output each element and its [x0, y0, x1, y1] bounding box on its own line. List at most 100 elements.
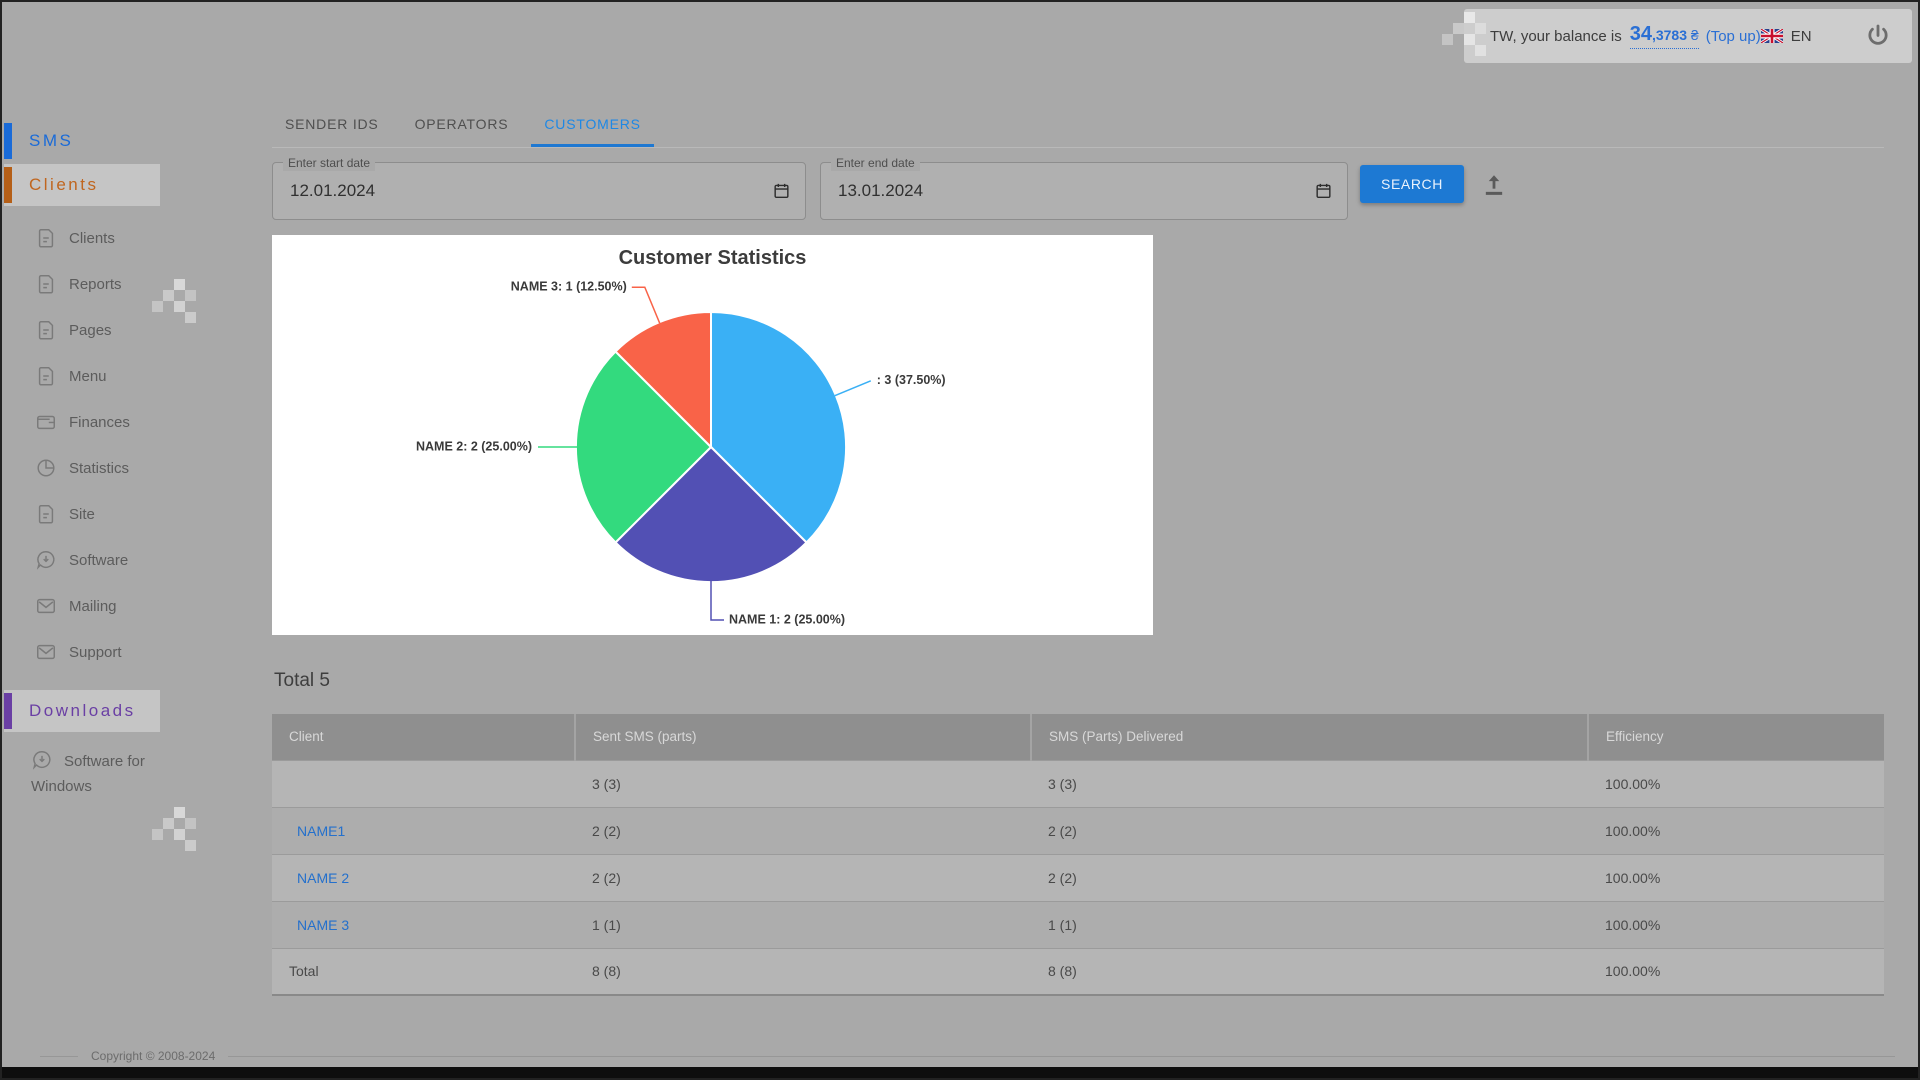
document-icon [35, 273, 57, 295]
client-link[interactable]: NAME1 [289, 823, 345, 839]
sidebar-item-pages[interactable]: Pages [2, 307, 272, 353]
upload-icon [1480, 170, 1508, 198]
efficiency-cell: 100.00% [1588, 901, 1884, 948]
sidebar-item-support[interactable]: Support [2, 629, 272, 675]
balance-prefix: TW, your balance is [1490, 28, 1622, 45]
sidebar-item-finances[interactable]: Finances [2, 399, 272, 445]
pie-chart-icon [35, 457, 57, 479]
client-cell: Total [272, 948, 575, 995]
download-bubble-icon [35, 549, 57, 571]
calendar-icon[interactable] [1314, 182, 1333, 201]
export-button[interactable] [1480, 170, 1508, 198]
pixel-decoration [152, 807, 198, 853]
document-icon [35, 319, 57, 341]
language-label: EN [1791, 28, 1812, 45]
sidebar-downloads-items: Software for Windows [2, 749, 272, 799]
balance-fraction: ,3783 [1652, 27, 1687, 43]
sidebar-item-label: Finances [69, 414, 130, 431]
footer: Copyright © 2008-2024 [2, 1046, 1920, 1066]
sidebar-item-menu[interactable]: Menu [2, 353, 272, 399]
topbar-account-panel: TW, your balance is 34,3783 ₴ (Top up) E… [1464, 9, 1912, 63]
tab-customers[interactable]: CUSTOMERS [531, 103, 653, 147]
pie-chart-svg: : 3 (37.50%) NAME 1: 2 (25.00%) NAME 2: 2 … [272, 235, 1153, 635]
app-root: { "top_bar": { "balance_prefix": "TW, yo… [0, 0, 1920, 1080]
delivered-cell: 2 (2) [1031, 807, 1588, 854]
chart-panel: Customer Statistics : 3 (37.50%)NAME 1: … [272, 235, 1153, 635]
client-link[interactable]: NAME 3 [289, 917, 349, 933]
client-link[interactable]: NAME 2 [289, 870, 349, 886]
end-date-input[interactable] [836, 163, 1231, 219]
client-cell [272, 760, 575, 807]
client-cell: NAME 3 [272, 901, 575, 948]
client-cell: NAME 2 [272, 854, 575, 901]
download-bubble-icon [31, 753, 64, 770]
efficiency-cell: 100.00% [1588, 948, 1884, 995]
client-cell: NAME1 [272, 807, 575, 854]
sidebar-item-statistics[interactable]: Statistics [2, 445, 272, 491]
sent-cell: 2 (2) [575, 854, 1031, 901]
sidebar-section-downloads[interactable]: Downloads [2, 689, 272, 733]
uk-flag-icon [1761, 29, 1783, 43]
envelope-icon [35, 641, 57, 663]
pie-label: : 3 (37.50%) [877, 373, 946, 387]
table-row: 3 (3)3 (3)100.00% [272, 760, 1884, 807]
sidebar: SMS Clients Clients Reports Pages Menu F… [2, 119, 272, 799]
tab-operators[interactable]: OPERATORS [402, 103, 522, 147]
table-row: NAME 31 (1)1 (1)100.00% [272, 901, 1884, 948]
tab-bar: SENDER IDSOPERATORSCUSTOMERS [272, 103, 1884, 148]
sidebar-item-label: Reports [69, 276, 122, 293]
start-date-input[interactable] [288, 163, 687, 219]
top-up-link[interactable]: (Top up) [1706, 28, 1761, 45]
sidebar-item-mailing[interactable]: Mailing [2, 583, 272, 629]
sidebar-item-label: Software [69, 552, 128, 569]
footer-divider [40, 1056, 78, 1057]
pie-label: NAME 2: 2 (25.00%) [416, 439, 532, 453]
power-icon [1864, 22, 1892, 50]
sidebar-item-label: Pages [69, 322, 112, 339]
sidebar-item-label: Statistics [69, 460, 129, 477]
sent-cell: 8 (8) [575, 948, 1031, 995]
efficiency-cell: 100.00% [1588, 854, 1884, 901]
sidebar-item-label: Mailing [69, 598, 117, 615]
sidebar-item-site[interactable]: Site [2, 491, 272, 537]
start-date-field[interactable]: Enter start date [272, 162, 806, 220]
delivered-cell: 2 (2) [1031, 854, 1588, 901]
sms-accent-bar [4, 123, 12, 159]
sidebar-item-label: Menu [69, 368, 107, 385]
delivered-cell: 8 (8) [1031, 948, 1588, 995]
column-header-sms-parts-delivered: SMS (Parts) Delivered [1031, 714, 1588, 760]
search-button[interactable]: SEARCH [1360, 165, 1464, 203]
downloads-accent-bar [4, 693, 12, 729]
bottom-strip [2, 1067, 1918, 1078]
calendar-icon[interactable] [772, 182, 791, 201]
sent-cell: 2 (2) [575, 807, 1031, 854]
table-row: NAME12 (2)2 (2)100.00% [272, 807, 1884, 854]
language-selector[interactable]: EN [1761, 28, 1812, 45]
column-header-efficiency: Efficiency [1588, 714, 1884, 760]
end-date-field[interactable]: Enter end date [820, 162, 1348, 220]
sidebar-item-reports[interactable]: Reports [2, 261, 272, 307]
sidebar-item-label: Clients [69, 230, 115, 247]
table-header-row: ClientSent SMS (parts)SMS (Parts) Delive… [272, 714, 1884, 760]
sidebar-item-label: Support [69, 644, 122, 661]
sidebar-section-label: Clients [29, 175, 98, 195]
balance-link[interactable]: 34,3783 ₴ [1630, 23, 1699, 49]
document-icon [35, 365, 57, 387]
column-header-client: Client [272, 714, 575, 760]
sidebar-section-clients[interactable]: Clients [2, 163, 272, 207]
sidebar-section-sms[interactable]: SMS [2, 119, 272, 163]
document-icon [35, 503, 57, 525]
sidebar-item-software[interactable]: Software [2, 537, 272, 583]
sidebar-items: Clients Reports Pages Menu Finances Stat… [2, 215, 272, 675]
efficiency-cell: 100.00% [1588, 807, 1884, 854]
logout-button[interactable] [1864, 22, 1892, 50]
delivered-cell: 1 (1) [1031, 901, 1588, 948]
sidebar-item-software-for-windows[interactable]: Software for Windows [2, 749, 167, 799]
clients-table: ClientSent SMS (parts)SMS (Parts) Delive… [272, 714, 1884, 996]
tab-sender-ids[interactable]: SENDER IDS [272, 103, 392, 147]
column-header-sent-sms-parts: Sent SMS (parts) [575, 714, 1031, 760]
sidebar-item-label: Site [69, 506, 95, 523]
sidebar-item-clients[interactable]: Clients [2, 215, 272, 261]
sidebar-section-label: SMS [29, 131, 73, 151]
pie-label: NAME 1: 2 (25.00%) [729, 612, 845, 626]
